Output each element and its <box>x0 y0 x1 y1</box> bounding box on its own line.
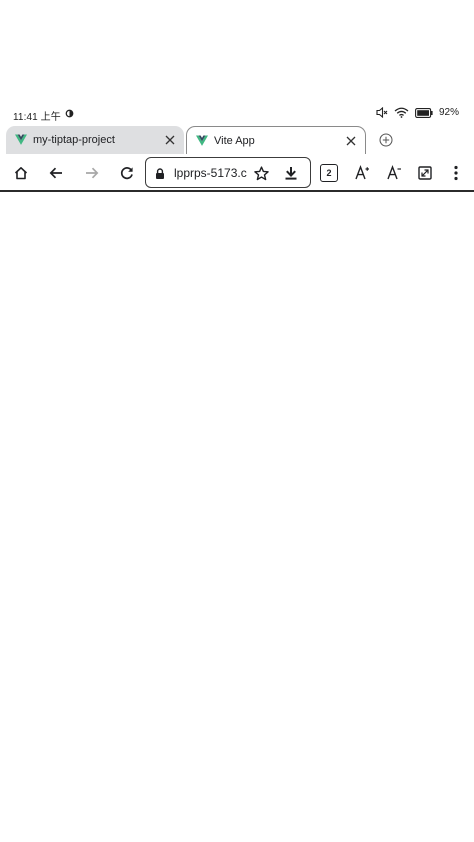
reload-icon[interactable] <box>115 161 139 185</box>
status-time: 11:41 上午 <box>13 112 61 123</box>
fullscreen-icon[interactable] <box>413 161 437 185</box>
tab-title: Vite App <box>214 135 255 147</box>
address-bar[interactable]: lpprps-5173.c <box>145 157 311 188</box>
close-icon[interactable] <box>340 130 362 152</box>
status-icons: 92% <box>376 107 459 118</box>
tab-my-tiptap-project[interactable]: my-tiptap-project <box>6 126 184 154</box>
blank-top-area <box>0 0 474 104</box>
notification-icon <box>65 109 74 118</box>
battery-icon <box>415 107 433 118</box>
text-size-increase-icon[interactable] <box>350 161 374 185</box>
text-size-decrease-icon[interactable] <box>382 161 406 185</box>
more-options-icon[interactable] <box>444 161 468 185</box>
back-arrow-icon[interactable] <box>44 161 68 185</box>
tab-vite-app[interactable]: Vite App <box>186 126 366 155</box>
forward-arrow-icon[interactable] <box>80 161 104 185</box>
mute-icon <box>376 107 388 118</box>
wifi-icon <box>394 107 409 118</box>
tab-strip: my-tiptap-project Vite App <box>0 124 474 155</box>
vue-logo-icon <box>15 134 27 145</box>
url-text[interactable]: lpprps-5173.c <box>174 166 247 180</box>
home-icon[interactable] <box>9 161 33 185</box>
vue-logo-icon <box>196 135 208 146</box>
lock-icon <box>156 168 164 179</box>
close-icon[interactable] <box>159 129 181 151</box>
browser-toolbar: lpprps-5173.c 2 <box>0 154 474 192</box>
page-content-blank <box>0 192 474 842</box>
tab-count-button[interactable]: 2 <box>320 164 338 182</box>
battery-percent: 92% <box>438 107 459 118</box>
tab-title: my-tiptap-project <box>33 134 115 146</box>
status-bar: 11:41 上午 92% <box>0 104 474 124</box>
new-tab-plus-icon[interactable] <box>376 130 396 150</box>
bookmark-star-icon[interactable] <box>249 161 273 185</box>
download-icon[interactable] <box>279 161 303 185</box>
